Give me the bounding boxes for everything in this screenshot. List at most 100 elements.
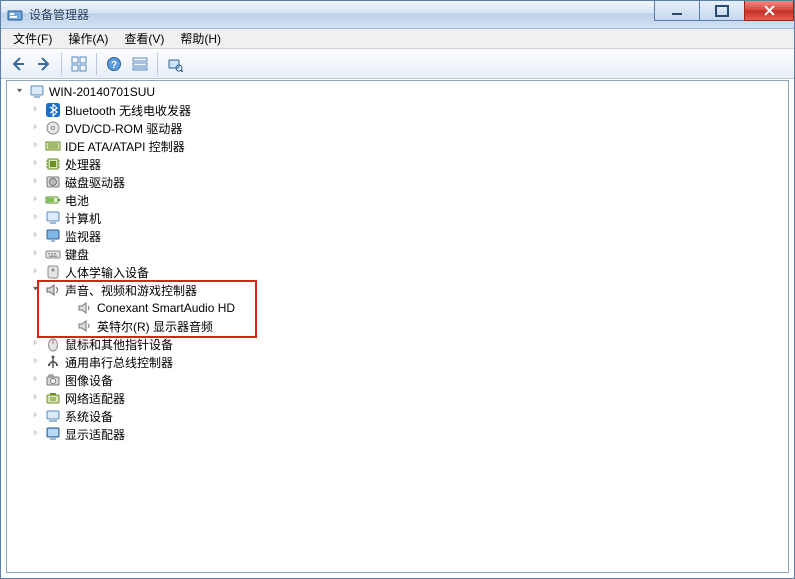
expand-closed-icon[interactable] [31, 230, 43, 242]
scan-icon [167, 56, 183, 72]
tree-item[interactable]: 键盘 [11, 245, 788, 263]
svg-text:?: ? [111, 60, 117, 71]
expand-closed-icon[interactable] [31, 266, 43, 278]
expand-closed-icon[interactable] [31, 392, 43, 404]
tree-item[interactable]: 显示适配器 [11, 425, 788, 443]
tree-item-label: 电池 [65, 192, 89, 209]
cpu-icon [45, 156, 61, 172]
expand-closed-icon[interactable] [31, 374, 43, 386]
tree-item[interactable]: 处理器 [11, 155, 788, 173]
tree-child-label: Conexant SmartAudio HD [97, 301, 235, 315]
close-button[interactable] [744, 1, 794, 21]
no-expander [63, 302, 75, 314]
sound-icon [45, 282, 61, 298]
toolbar-separator [61, 53, 62, 75]
window-controls [655, 1, 794, 21]
tree-item[interactable]: 鼠标和其他指针设备 [11, 335, 788, 353]
keyboard-icon [45, 246, 61, 262]
tree-child-item[interactable]: 英特尔(R) 显示器音频 [11, 317, 788, 335]
computer-icon [29, 84, 45, 100]
tree-item-label: 声音、视频和游戏控制器 [65, 282, 197, 299]
device-tree-panel[interactable]: WIN-20140701SUU Bluetooth 无线电收发器 DVD/CD-… [6, 80, 789, 573]
expand-closed-icon[interactable] [31, 356, 43, 368]
tree-item-label: IDE ATA/ATAPI 控制器 [65, 138, 185, 155]
toolbar-view-button[interactable] [128, 52, 152, 76]
tree-item-label: DVD/CD-ROM 驱动器 [65, 120, 182, 137]
tree-item[interactable]: 系统设备 [11, 407, 788, 425]
disc-icon [45, 120, 61, 136]
expand-closed-icon[interactable] [31, 410, 43, 422]
tree-item-label: 图像设备 [65, 372, 113, 389]
display-icon [45, 426, 61, 442]
tree-item[interactable]: 电池 [11, 191, 788, 209]
maximize-button[interactable] [699, 1, 745, 21]
tree-item-label: 鼠标和其他指针设备 [65, 336, 173, 353]
tree-child-item[interactable]: Conexant SmartAudio HD [11, 299, 788, 317]
menu-action[interactable]: 操作(A) [60, 28, 116, 49]
toolbar-show-hidden-button[interactable] [67, 52, 91, 76]
expand-closed-icon[interactable] [31, 212, 43, 224]
expand-closed-icon[interactable] [31, 338, 43, 350]
tree-item[interactable]: 磁盘驱动器 [11, 173, 788, 191]
toolbar-separator [157, 53, 158, 75]
arrow-right-icon [36, 56, 52, 72]
expand-closed-icon[interactable] [31, 194, 43, 206]
bluetooth-icon [45, 102, 61, 118]
tree-item[interactable]: 监视器 [11, 227, 788, 245]
tree-item-label: 监视器 [65, 228, 101, 245]
toolbar-forward-button[interactable] [32, 52, 56, 76]
no-expander [63, 320, 75, 332]
toolbar-separator [96, 53, 97, 75]
tree-child-label: 英特尔(R) 显示器音频 [97, 318, 213, 335]
expand-closed-icon[interactable] [31, 176, 43, 188]
ide-icon [45, 138, 61, 154]
tree-item[interactable]: 计算机 [11, 209, 788, 227]
toolbar-back-button[interactable] [6, 52, 30, 76]
tree-item-label: 键盘 [65, 246, 89, 263]
help-icon: ? [106, 56, 122, 72]
camera-icon [45, 372, 61, 388]
tree-item[interactable]: 图像设备 [11, 371, 788, 389]
system-icon [45, 408, 61, 424]
tree-item[interactable]: 通用串行总线控制器 [11, 353, 788, 371]
toolbar: ? [1, 49, 794, 79]
expand-closed-icon[interactable] [31, 104, 43, 116]
grid-icon [71, 56, 87, 72]
expand-closed-icon[interactable] [31, 122, 43, 134]
tree-item-label: 网络适配器 [65, 390, 125, 407]
expand-open-icon[interactable] [15, 86, 27, 98]
mouse-icon [45, 336, 61, 352]
speaker-icon [77, 300, 93, 316]
tree-item[interactable]: 网络适配器 [11, 389, 788, 407]
list-icon [132, 56, 148, 72]
tree-item[interactable]: Bluetooth 无线电收发器 [11, 101, 788, 119]
menu-view[interactable]: 查看(V) [116, 28, 172, 49]
menu-file[interactable]: 文件(F) [5, 28, 60, 49]
expand-closed-icon[interactable] [31, 158, 43, 170]
app-icon [7, 7, 23, 23]
expand-closed-icon[interactable] [31, 248, 43, 260]
expand-open-icon[interactable] [31, 284, 43, 296]
expand-closed-icon[interactable] [31, 428, 43, 440]
titlebar: 设备管理器 [1, 1, 794, 29]
minimize-button[interactable] [654, 1, 700, 21]
menubar: 文件(F) 操作(A) 查看(V) 帮助(H) [1, 29, 794, 49]
tree-item[interactable]: IDE ATA/ATAPI 控制器 [11, 137, 788, 155]
tree-item[interactable]: 声音、视频和游戏控制器 [11, 281, 788, 299]
toolbar-scan-button[interactable] [163, 52, 187, 76]
menu-help[interactable]: 帮助(H) [172, 28, 229, 49]
computer-icon [45, 210, 61, 226]
tree-root[interactable]: WIN-20140701SUU [11, 83, 788, 101]
tree-item[interactable]: 人体学输入设备 [11, 263, 788, 281]
tree-item[interactable]: DVD/CD-ROM 驱动器 [11, 119, 788, 137]
tree-root-label: WIN-20140701SUU [49, 85, 155, 99]
tree-item-label: Bluetooth 无线电收发器 [65, 102, 191, 119]
toolbar-help-button[interactable]: ? [102, 52, 126, 76]
tree-item-label: 系统设备 [65, 408, 113, 425]
tree-item-label: 显示适配器 [65, 426, 125, 443]
tree-item-label: 处理器 [65, 156, 101, 173]
speaker-icon [77, 318, 93, 334]
expand-closed-icon[interactable] [31, 140, 43, 152]
tree-item-label: 磁盘驱动器 [65, 174, 125, 191]
tree-item-label: 人体学输入设备 [65, 264, 149, 281]
